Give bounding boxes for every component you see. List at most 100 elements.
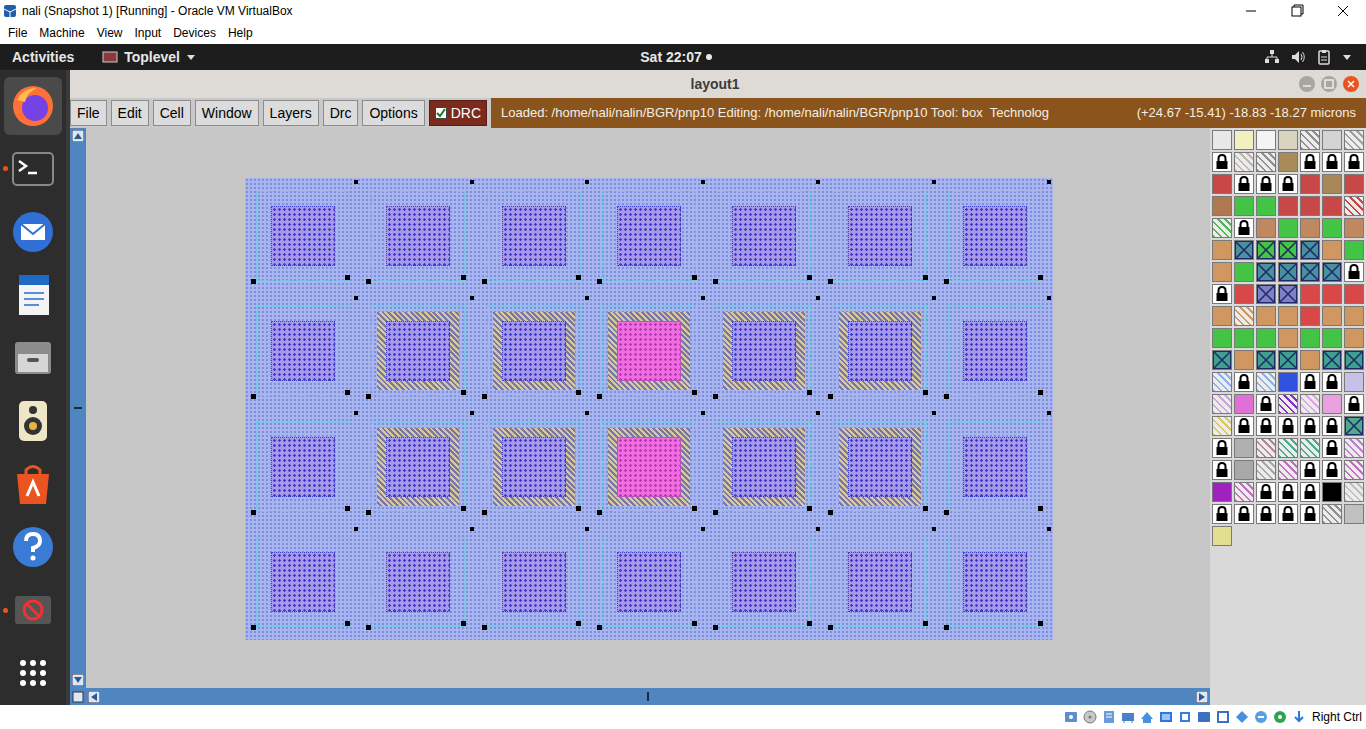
layer-swatch[interactable]	[1212, 284, 1232, 304]
layer-swatch[interactable]	[1300, 240, 1320, 260]
layer-swatch[interactable]	[1344, 152, 1364, 172]
pnp-cell[interactable]	[591, 294, 706, 410]
layer-swatch[interactable]	[1300, 130, 1320, 150]
menu-item[interactable]: File	[2, 24, 33, 42]
layer-swatch[interactable]	[1322, 152, 1342, 172]
menu-button[interactable]: Edit	[111, 100, 149, 126]
layer-swatch[interactable]	[1256, 196, 1276, 216]
layer-swatch[interactable]	[1322, 196, 1342, 216]
layer-swatch[interactable]	[1278, 482, 1298, 502]
drc-toggle[interactable]: DRC	[429, 100, 487, 126]
pnp-cell[interactable]	[245, 294, 360, 410]
layer-swatch[interactable]	[1212, 262, 1232, 282]
layer-swatch[interactable]	[1212, 504, 1232, 524]
menu-button[interactable]: Layers	[263, 100, 319, 126]
layer-swatch[interactable]	[1278, 306, 1298, 326]
layer-swatch[interactable]	[1344, 130, 1364, 150]
layer-swatch[interactable]	[1300, 152, 1320, 172]
menu-button[interactable]: Window	[195, 100, 259, 126]
layer-swatch[interactable]	[1212, 350, 1232, 370]
layer-swatch[interactable]	[1234, 438, 1254, 458]
device-status-icon[interactable]	[1215, 709, 1231, 725]
layer-swatch[interactable]	[1234, 416, 1254, 436]
layer-swatch[interactable]	[1322, 438, 1342, 458]
restore-icon[interactable]	[1274, 0, 1320, 22]
maximize-icon[interactable]	[1320, 75, 1338, 93]
pnp-cell[interactable]	[938, 409, 1053, 525]
scroll-thumb[interactable]	[74, 407, 82, 409]
pnp-cell[interactable]	[707, 409, 822, 525]
layer-swatch[interactable]	[1256, 306, 1276, 326]
dock-item[interactable]	[0, 263, 66, 326]
device-status-icon[interactable]	[1063, 709, 1079, 725]
pnp-cell[interactable]	[245, 525, 360, 641]
layer-swatch[interactable]	[1212, 438, 1232, 458]
layout-canvas[interactable]	[86, 128, 1210, 688]
menu-button[interactable]: Options	[362, 100, 424, 126]
device-status-icon[interactable]	[1082, 709, 1098, 725]
layer-swatch[interactable]	[1278, 504, 1298, 524]
system-menu[interactable]	[712, 49, 1366, 65]
pnp-cell[interactable]	[476, 525, 591, 641]
layer-swatch[interactable]	[1256, 460, 1276, 480]
layer-swatch[interactable]	[1212, 372, 1232, 392]
device-status-icon[interactable]	[1177, 709, 1193, 725]
layer-swatch[interactable]	[1234, 284, 1254, 304]
layer-swatch[interactable]	[1300, 394, 1320, 414]
pnp-cell[interactable]	[938, 178, 1053, 294]
pnp-cell[interactable]	[938, 525, 1053, 641]
horizontal-scrollbar[interactable]	[86, 688, 1210, 705]
layer-swatch[interactable]	[1234, 306, 1254, 326]
zoom-box[interactable]	[70, 688, 86, 705]
pnp-cell[interactable]	[707, 294, 822, 410]
layer-swatch[interactable]	[1256, 284, 1276, 304]
layer-swatch[interactable]	[1300, 218, 1320, 238]
layer-swatch[interactable]	[1256, 394, 1276, 414]
layer-swatch[interactable]	[1212, 152, 1232, 172]
layer-swatch[interactable]	[1322, 350, 1342, 370]
layer-swatch[interactable]	[1300, 196, 1320, 216]
layer-swatch[interactable]	[1344, 240, 1364, 260]
dock-item[interactable]	[0, 389, 66, 452]
layer-swatch[interactable]	[1322, 416, 1342, 436]
device-status-icon[interactable]	[1234, 709, 1250, 725]
menu-item[interactable]: Devices	[167, 24, 222, 42]
layer-swatch[interactable]	[1300, 174, 1320, 194]
layer-swatch[interactable]	[1322, 218, 1342, 238]
pnp-cell[interactable]	[360, 178, 475, 294]
layer-swatch[interactable]	[1344, 196, 1364, 216]
layer-swatch[interactable]	[1344, 350, 1364, 370]
layer-swatch[interactable]	[1300, 306, 1320, 326]
layer-swatch[interactable]	[1300, 438, 1320, 458]
layer-swatch[interactable]	[1256, 350, 1276, 370]
close-icon[interactable]	[1342, 75, 1360, 93]
layer-swatch[interactable]	[1256, 438, 1276, 458]
layer-swatch[interactable]	[1256, 262, 1276, 282]
layer-swatch[interactable]	[1322, 174, 1342, 194]
device-status-icon[interactable]	[1291, 709, 1307, 725]
layer-swatch[interactable]	[1256, 416, 1276, 436]
layer-swatch[interactable]	[1278, 152, 1298, 172]
layer-swatch[interactable]	[1212, 174, 1232, 194]
scroll-up-icon[interactable]	[72, 130, 84, 142]
layer-swatch[interactable]	[1322, 262, 1342, 282]
layer-swatch[interactable]	[1300, 416, 1320, 436]
layer-swatch[interactable]	[1212, 130, 1232, 150]
layer-swatch[interactable]	[1256, 240, 1276, 260]
dock-item[interactable]	[0, 453, 66, 516]
minimize-icon[interactable]	[1298, 75, 1316, 93]
layer-swatch[interactable]	[1344, 438, 1364, 458]
layer-swatch[interactable]	[1212, 218, 1232, 238]
dock-item[interactable]	[0, 200, 66, 263]
layer-swatch[interactable]	[1322, 328, 1342, 348]
layer-swatch[interactable]	[1344, 482, 1364, 502]
dock-item[interactable]	[0, 579, 66, 642]
layer-swatch[interactable]	[1300, 504, 1320, 524]
layer-swatch[interactable]	[1234, 196, 1254, 216]
layer-swatch[interactable]	[1300, 262, 1320, 282]
layer-swatch[interactable]	[1300, 284, 1320, 304]
layer-swatch[interactable]	[1322, 130, 1342, 150]
layer-swatch[interactable]	[1344, 284, 1364, 304]
pnp-cell[interactable]	[822, 294, 937, 410]
layer-swatch[interactable]	[1234, 460, 1254, 480]
